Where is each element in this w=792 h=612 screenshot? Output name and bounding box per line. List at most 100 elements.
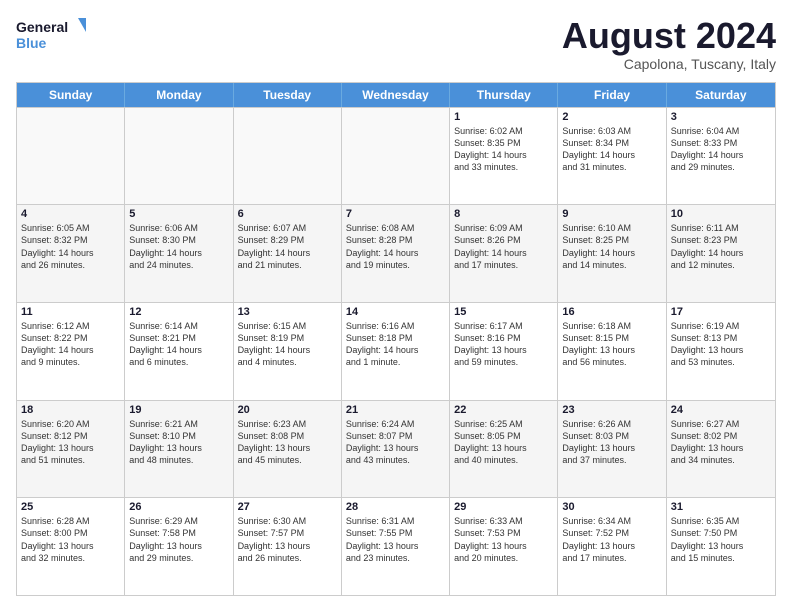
calendar-cell: 31Sunrise: 6:35 AMSunset: 7:50 PMDayligh… [667,498,775,595]
day-of-week-header: Saturday [667,83,775,107]
day-number: 29 [454,501,553,513]
calendar-cell: 23 Sunrise: 6:26 AMSunset: 8:03 PMDayligh… [558,401,666,498]
day-info: Sunrise: 6:04 AMSunset: 8:33 PMDaylight:… [671,125,771,174]
calendar-cell: 14 Sunrise: 6:16 AMSunset: 8:18 PMDayligh… [342,303,450,400]
calendar-cell: 12 Sunrise: 6:14 AMSunset: 8:21 PMDayligh… [125,303,233,400]
calendar-cell: 11 Sunrise: 6:12 AMSunset: 8:22 PMDayligh… [17,303,125,400]
calendar-row: 1Sunrise: 6:02 AMSunset: 8:35 PMDaylight… [17,107,775,205]
calendar-cell: 6Sunrise: 6:07 AMSunset: 8:29 PMDaylight… [234,205,342,302]
calendar-cell: 13Sunrise: 6:15 AMSunset: 8:19 PMDayligh… [234,303,342,400]
day-info: Sunrise: 6:33 AMSunset: 7:53 PMDaylight:… [454,515,553,564]
month-title: August 2024 [562,16,776,56]
day-number: 21 [346,404,445,416]
page: General Blue August 2024 Capolona, Tusca… [0,0,792,612]
calendar-row: 25 Sunrise: 6:28 AMSunset: 8:00 PMDayligh… [17,497,775,595]
day-number: 16 [562,306,661,318]
day-number: 13 [238,306,337,318]
calendar-cell: 5 Sunrise: 6:06 AMSunset: 8:30 PMDaylight… [125,205,233,302]
day-number: 1 [454,111,553,123]
calendar-cell: 18 Sunrise: 6:20 AMSunset: 8:12 PMDayligh… [17,401,125,498]
calendar-cell: 27 Sunrise: 6:30 AMSunset: 7:57 PMDayligh… [234,498,342,595]
day-of-week-header: Wednesday [342,83,450,107]
day-of-week-header: Friday [558,83,666,107]
calendar-cell: 28 Sunrise: 6:31 AMSunset: 7:55 PMDayligh… [342,498,450,595]
calendar-cell: 29 Sunrise: 6:33 AMSunset: 7:53 PMDayligh… [450,498,558,595]
calendar-cell: 30 Sunrise: 6:34 AMSunset: 7:52 PMDayligh… [558,498,666,595]
calendar-cell: 26 Sunrise: 6:29 AMSunset: 7:58 PMDayligh… [125,498,233,595]
day-number: 30 [562,501,661,513]
calendar-cell: 15 Sunrise: 6:17 AMSunset: 8:16 PMDayligh… [450,303,558,400]
day-info: Sunrise: 6:19 AMSunset: 8:13 PMDaylight:… [671,320,771,369]
day-number: 31 [671,501,771,513]
calendar-cell: 17 Sunrise: 6:19 AMSunset: 8:13 PMDayligh… [667,303,775,400]
calendar-cell: 1Sunrise: 6:02 AMSunset: 8:35 PMDaylight… [450,108,558,205]
calendar-cell: 3 Sunrise: 6:04 AMSunset: 8:33 PMDaylight… [667,108,775,205]
day-info: Sunrise: 6:28 AMSunset: 8:00 PMDaylight:… [21,515,120,564]
title-block: August 2024 Capolona, Tuscany, Italy [562,16,776,72]
calendar-row: 11 Sunrise: 6:12 AMSunset: 8:22 PMDayligh… [17,302,775,400]
calendar-body: 1Sunrise: 6:02 AMSunset: 8:35 PMDaylight… [17,107,775,595]
day-info: Sunrise: 6:17 AMSunset: 8:16 PMDaylight:… [454,320,553,369]
day-number: 23 [562,404,661,416]
calendar-cell: 7Sunrise: 6:08 AMSunset: 8:28 PMDaylight… [342,205,450,302]
day-number: 11 [21,306,120,318]
day-of-week-header: Tuesday [234,83,342,107]
day-number: 17 [671,306,771,318]
day-info: Sunrise: 6:05 AMSunset: 8:32 PMDaylight:… [21,222,120,271]
logo: General Blue [16,16,86,52]
svg-text:General: General [16,19,68,35]
calendar-row: 4 Sunrise: 6:05 AMSunset: 8:32 PMDaylight… [17,204,775,302]
day-info: Sunrise: 6:29 AMSunset: 7:58 PMDaylight:… [129,515,228,564]
day-info: Sunrise: 6:18 AMSunset: 8:15 PMDaylight:… [562,320,661,369]
day-number: 27 [238,501,337,513]
day-info: Sunrise: 6:31 AMSunset: 7:55 PMDaylight:… [346,515,445,564]
calendar-cell [17,108,125,205]
calendar-header: SundayMondayTuesdayWednesdayThursdayFrid… [17,83,775,107]
day-info: Sunrise: 6:16 AMSunset: 8:18 PMDaylight:… [346,320,445,369]
day-info: Sunrise: 6:24 AMSunset: 8:07 PMDaylight:… [346,418,445,467]
day-info: Sunrise: 6:08 AMSunset: 8:28 PMDaylight:… [346,222,445,271]
calendar-cell: 22 Sunrise: 6:25 AMSunset: 8:05 PMDayligh… [450,401,558,498]
day-info: Sunrise: 6:12 AMSunset: 8:22 PMDaylight:… [21,320,120,369]
day-number: 24 [671,404,771,416]
day-number: 12 [129,306,228,318]
day-info: Sunrise: 6:25 AMSunset: 8:05 PMDaylight:… [454,418,553,467]
day-info: Sunrise: 6:27 AMSunset: 8:02 PMDaylight:… [671,418,771,467]
day-number: 26 [129,501,228,513]
calendar-cell: 2Sunrise: 6:03 AMSunset: 8:34 PMDaylight… [558,108,666,205]
calendar-cell [125,108,233,205]
day-info: Sunrise: 6:21 AMSunset: 8:10 PMDaylight:… [129,418,228,467]
day-info: Sunrise: 6:09 AMSunset: 8:26 PMDaylight:… [454,222,553,271]
day-of-week-header: Monday [125,83,233,107]
day-number: 10 [671,208,771,220]
day-info: Sunrise: 6:30 AMSunset: 7:57 PMDaylight:… [238,515,337,564]
day-info: Sunrise: 6:14 AMSunset: 8:21 PMDaylight:… [129,320,228,369]
day-number: 14 [346,306,445,318]
day-number: 3 [671,111,771,123]
day-number: 15 [454,306,553,318]
day-number: 22 [454,404,553,416]
day-of-week-header: Thursday [450,83,558,107]
day-info: Sunrise: 6:20 AMSunset: 8:12 PMDaylight:… [21,418,120,467]
day-number: 18 [21,404,120,416]
day-number: 25 [21,501,120,513]
day-number: 5 [129,208,228,220]
day-info: Sunrise: 6:26 AMSunset: 8:03 PMDaylight:… [562,418,661,467]
svg-text:Blue: Blue [16,35,47,51]
calendar: SundayMondayTuesdayWednesdayThursdayFrid… [16,82,776,596]
calendar-cell: 9Sunrise: 6:10 AMSunset: 8:25 PMDaylight… [558,205,666,302]
day-number: 28 [346,501,445,513]
day-info: Sunrise: 6:07 AMSunset: 8:29 PMDaylight:… [238,222,337,271]
header: General Blue August 2024 Capolona, Tusca… [16,16,776,72]
day-number: 4 [21,208,120,220]
day-info: Sunrise: 6:23 AMSunset: 8:08 PMDaylight:… [238,418,337,467]
location: Capolona, Tuscany, Italy [562,56,776,72]
calendar-cell [342,108,450,205]
logo-svg: General Blue [16,16,86,52]
day-info: Sunrise: 6:06 AMSunset: 8:30 PMDaylight:… [129,222,228,271]
day-info: Sunrise: 6:34 AMSunset: 7:52 PMDaylight:… [562,515,661,564]
day-of-week-header: Sunday [17,83,125,107]
calendar-cell: 8Sunrise: 6:09 AMSunset: 8:26 PMDaylight… [450,205,558,302]
calendar-cell: 10Sunrise: 6:11 AMSunset: 8:23 PMDayligh… [667,205,775,302]
calendar-cell: 21 Sunrise: 6:24 AMSunset: 8:07 PMDayligh… [342,401,450,498]
